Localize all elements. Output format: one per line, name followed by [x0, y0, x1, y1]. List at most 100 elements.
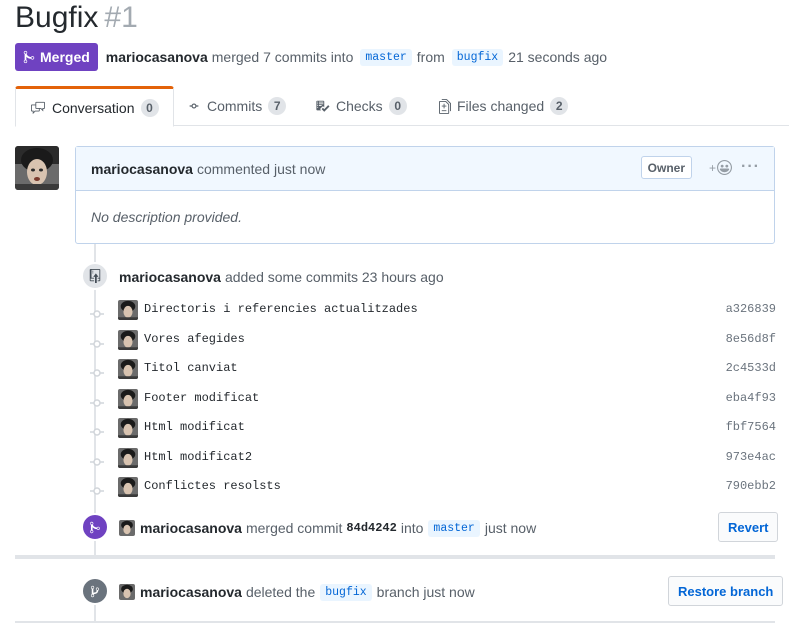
merged-time[interactable]: 21 seconds ago — [508, 49, 607, 65]
git-merge-icon — [90, 521, 100, 533]
tab-counter: 7 — [268, 97, 287, 115]
commit-message[interactable]: Vores afegides — [144, 332, 245, 346]
avatar[interactable] — [118, 477, 138, 497]
more-options-button[interactable]: ··· — [741, 158, 760, 176]
owner-label: Owner — [640, 156, 692, 179]
avatar[interactable] — [118, 388, 138, 409]
smiley-icon — [717, 160, 732, 175]
git-commit-icon — [90, 423, 104, 436]
event-time[interactable]: just now — [485, 520, 536, 536]
comment-header: mariocasanova commented just now Owner +… — [76, 147, 774, 191]
git-commit-icon — [90, 335, 104, 348]
merge-event-text: mariocasanova merged commit 84d4242 into… — [119, 518, 536, 538]
merge-base-branch[interactable]: master — [428, 519, 480, 537]
repo-push-event-icon — [81, 262, 109, 290]
commit-row: Titol canviat 2c4533d — [86, 357, 776, 379]
tab-files-changed[interactable]: Files changed 2 — [425, 86, 582, 126]
tab-label: Conversation — [52, 99, 135, 116]
commit-sha[interactable]: a326839 — [726, 302, 776, 316]
checklist-icon — [316, 100, 330, 112]
commit-row: Footer modificat eba4f93 — [86, 387, 776, 409]
from-text: from — [416, 49, 445, 65]
avatar[interactable] — [119, 520, 135, 536]
tab-counter: 0 — [388, 97, 407, 115]
commits-event-text: mariocasanova added some commits 23 hour… — [119, 268, 444, 286]
tab-label: Checks — [336, 98, 383, 114]
commit-sha[interactable]: 2c4533d — [726, 361, 776, 375]
head-branch[interactable]: bugfix — [451, 48, 504, 66]
event-text: deleted the — [245, 584, 316, 600]
avatar[interactable] — [118, 300, 138, 320]
commit-sha[interactable]: eba4f93 — [726, 391, 776, 405]
timeline-line — [94, 541, 96, 555]
comment-box: mariocasanova commented just now Owner +… — [75, 146, 775, 244]
tab-label: Commits — [207, 98, 263, 114]
status-label: Merged — [40, 49, 90, 65]
avatar[interactable] — [15, 146, 59, 190]
tab-checks[interactable]: Checks 0 — [301, 86, 421, 126]
base-branch[interactable]: master — [360, 48, 412, 66]
event-author[interactable]: mariocasanova — [140, 520, 242, 536]
merged-text: merged 7 commits into — [211, 49, 354, 65]
git-commit-icon — [189, 103, 199, 109]
git-commit-icon — [90, 394, 104, 407]
tab-label: Files changed — [457, 98, 545, 114]
comment-body: No description provided. — [91, 209, 242, 225]
commit-row: Html modificat2 973e4ac — [86, 446, 776, 468]
avatar[interactable] — [118, 418, 138, 438]
revert-button[interactable]: Revert — [718, 512, 779, 542]
avatar[interactable] — [118, 329, 138, 350]
repo-push-icon — [89, 269, 101, 283]
git-commit-icon — [90, 364, 104, 377]
commit-sha[interactable]: 8e56d8f — [726, 332, 776, 346]
commit-message[interactable]: Titol canviat — [144, 361, 238, 375]
pr-meta: Merged mariocasanova merged 7 commits in… — [15, 43, 609, 71]
commit-message[interactable]: Html modificat — [144, 420, 245, 434]
event-author[interactable]: mariocasanova — [119, 269, 221, 285]
add-reaction-button[interactable]: + — [709, 160, 732, 175]
timeline-divider — [15, 621, 775, 623]
git-commit-icon — [90, 305, 104, 318]
file-diff-icon — [439, 98, 451, 114]
commit-message[interactable]: Conflictes resolsts — [144, 479, 281, 493]
git-commit-icon — [90, 482, 104, 495]
comment-action[interactable]: commented just now — [197, 161, 325, 177]
pr-title-text: Bugfix — [15, 1, 99, 34]
delete-event-text: mariocasanova deleted the bugfix branch … — [119, 582, 475, 602]
commit-message[interactable]: Footer modificat — [144, 391, 259, 405]
deleted-branch[interactable]: bugfix — [320, 583, 372, 601]
commit-row: Html modificat fbf7564 — [86, 416, 776, 438]
commit-row: Directoris i referencies actualitzades a3… — [86, 298, 776, 320]
tab-commits[interactable]: Commits 7 — [173, 86, 300, 126]
commit-row: Vores afegides 8e56d8f — [86, 328, 776, 350]
comment-author[interactable]: mariocasanova — [91, 161, 193, 177]
commit-sha[interactable]: fbf7564 — [726, 420, 776, 434]
status-badge: Merged — [15, 43, 98, 71]
event-author[interactable]: mariocasanova — [140, 584, 242, 600]
pr-title: Bugfix #1 — [15, 0, 138, 36]
event-text: into — [400, 520, 424, 536]
git-merge-icon — [23, 50, 35, 64]
commit-sha[interactable]: 973e4ac — [726, 450, 776, 464]
comment-discussion-icon — [31, 101, 45, 114]
commit-sha[interactable]: 790ebb2 — [726, 479, 776, 493]
commit-message[interactable]: Directoris i referencies actualitzades — [144, 302, 418, 316]
timeline-line — [94, 605, 96, 621]
event-text: merged commit — [245, 520, 343, 536]
merge-commit-sha[interactable]: 84d4242 — [346, 521, 396, 535]
git-commit-icon — [90, 453, 104, 466]
tab-counter: 0 — [140, 98, 159, 117]
restore-branch-button[interactable]: Restore branch — [668, 576, 784, 606]
avatar[interactable] — [119, 584, 135, 600]
commit-message[interactable]: Html modificat2 — [144, 450, 252, 464]
pr-tabs: Conversation 0 Commits 7 Checks 0 Files … — [15, 86, 789, 127]
avatar[interactable] — [118, 447, 138, 468]
tab-conversation[interactable]: Conversation 0 — [15, 86, 174, 127]
git-branch-icon — [90, 585, 100, 597]
branch-deleted-event-icon — [81, 577, 109, 605]
pr-author-link[interactable]: mariocasanova — [106, 49, 208, 65]
commit-row: Conflictes resolsts 790ebb2 — [86, 475, 776, 497]
pr-number: #1 — [104, 1, 138, 34]
avatar[interactable] — [118, 359, 138, 379]
timeline-divider — [15, 555, 775, 559]
